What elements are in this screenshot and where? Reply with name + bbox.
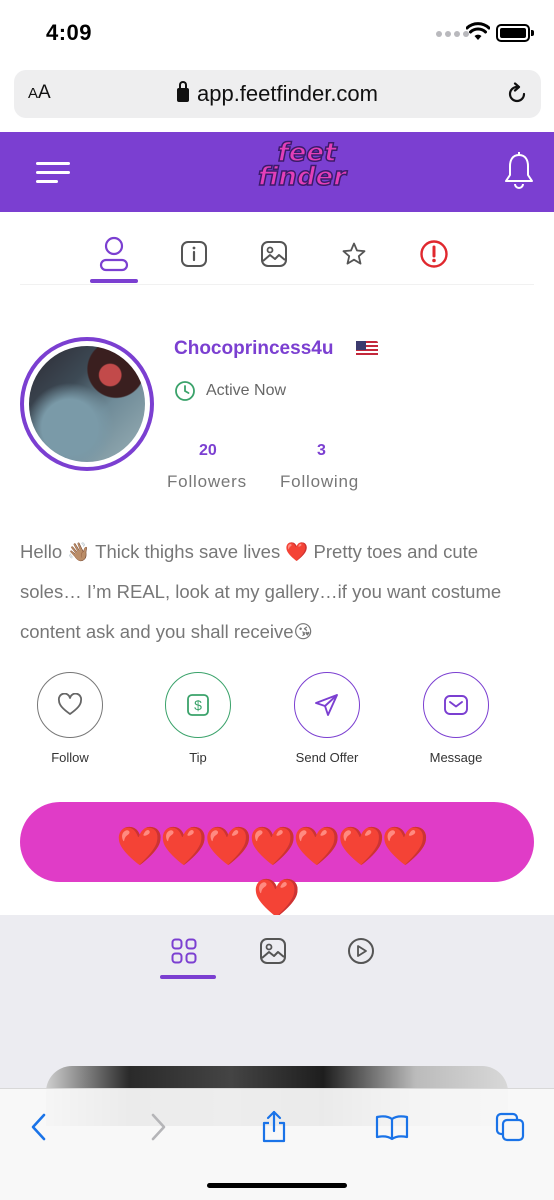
play-icon	[348, 938, 374, 964]
message-label: Message	[429, 750, 483, 765]
heart-icon	[58, 693, 82, 715]
alert-icon	[420, 240, 448, 268]
address-bar[interactable]: AA app.feetfinder.com	[14, 70, 541, 118]
tab-favorites[interactable]	[338, 238, 370, 270]
following-label[interactable]: Following	[280, 472, 359, 492]
active-status: Active Now	[206, 382, 287, 399]
us-flag-icon	[356, 341, 378, 357]
chevron-left-icon	[31, 1113, 46, 1141]
followers-count[interactable]: 20	[199, 442, 217, 460]
profile-tabs	[0, 232, 554, 284]
mail-icon	[444, 695, 468, 715]
active-tab-indicator	[160, 975, 216, 979]
status-bar: 4:09	[0, 0, 554, 66]
reload-icon[interactable]	[505, 82, 529, 106]
username: Chocoprincess4u	[174, 338, 334, 359]
share-icon	[262, 1110, 286, 1143]
tab-profile[interactable]	[98, 236, 130, 272]
message-button[interactable]: Message	[401, 672, 511, 765]
feetfinder-logo[interactable]: feet finder	[250, 139, 354, 204]
hearts-emoji: ❤️❤️❤️❤️❤️❤️❤️	[116, 826, 429, 868]
active-tab-indicator	[90, 279, 138, 283]
status-time: 4:09	[46, 20, 93, 45]
divider	[20, 284, 534, 285]
star-icon	[342, 242, 366, 265]
tip-label: Tip	[189, 750, 207, 765]
forward-button[interactable]	[140, 1109, 176, 1145]
image-icon	[261, 241, 287, 267]
back-button[interactable]	[21, 1109, 57, 1145]
tab-grid[interactable]	[169, 936, 199, 966]
share-button[interactable]	[256, 1109, 292, 1145]
bookmarks-button[interactable]	[374, 1109, 410, 1145]
send-offer-button[interactable]: Send Offer	[272, 672, 382, 765]
dollar-icon: $	[187, 694, 209, 716]
info-icon	[181, 241, 207, 267]
following-count[interactable]: 3	[317, 442, 326, 460]
clock-icon	[175, 381, 195, 401]
heart-emoji: ❤️	[253, 878, 301, 920]
url-field[interactable]: app.feetfinder.com	[14, 81, 541, 107]
bell-icon[interactable]	[502, 152, 536, 190]
follow-button[interactable]: Follow	[15, 672, 125, 765]
battery-icon	[496, 24, 534, 42]
tip-button[interactable]: $ Tip	[143, 672, 253, 765]
image-icon	[260, 938, 286, 964]
url-text: app.feetfinder.com	[196, 81, 378, 106]
app-header: feet finder	[0, 132, 554, 212]
book-icon	[375, 1115, 409, 1141]
wifi-icon	[466, 22, 490, 40]
tab-videos[interactable]	[346, 936, 376, 966]
bio-text: Hello 👋🏽 Thick thighs save lives ❤️ Pret…	[20, 541, 502, 642]
tab-gallery[interactable]	[258, 238, 290, 270]
tab-info[interactable]	[178, 238, 210, 270]
tab-report[interactable]	[418, 238, 450, 270]
profile-photo	[29, 346, 145, 462]
send-offer-label: Send Offer	[295, 750, 359, 765]
home-indicator	[207, 1183, 347, 1188]
avatar[interactable]	[20, 337, 154, 471]
grid-icon	[171, 938, 197, 964]
tabs-icon	[495, 1112, 525, 1142]
send-icon	[315, 694, 338, 716]
svg-text:$: $	[194, 697, 202, 713]
follow-label: Follow	[51, 750, 89, 765]
chevron-right-icon	[151, 1113, 166, 1141]
cellular-signal-icon	[436, 31, 469, 37]
tab-photos[interactable]	[258, 936, 288, 966]
followers-label[interactable]: Followers	[167, 472, 247, 492]
lock-icon	[176, 81, 189, 102]
user-icon	[99, 236, 129, 272]
tabs-button[interactable]	[492, 1109, 528, 1145]
hamburger-menu-icon[interactable]	[36, 162, 70, 184]
